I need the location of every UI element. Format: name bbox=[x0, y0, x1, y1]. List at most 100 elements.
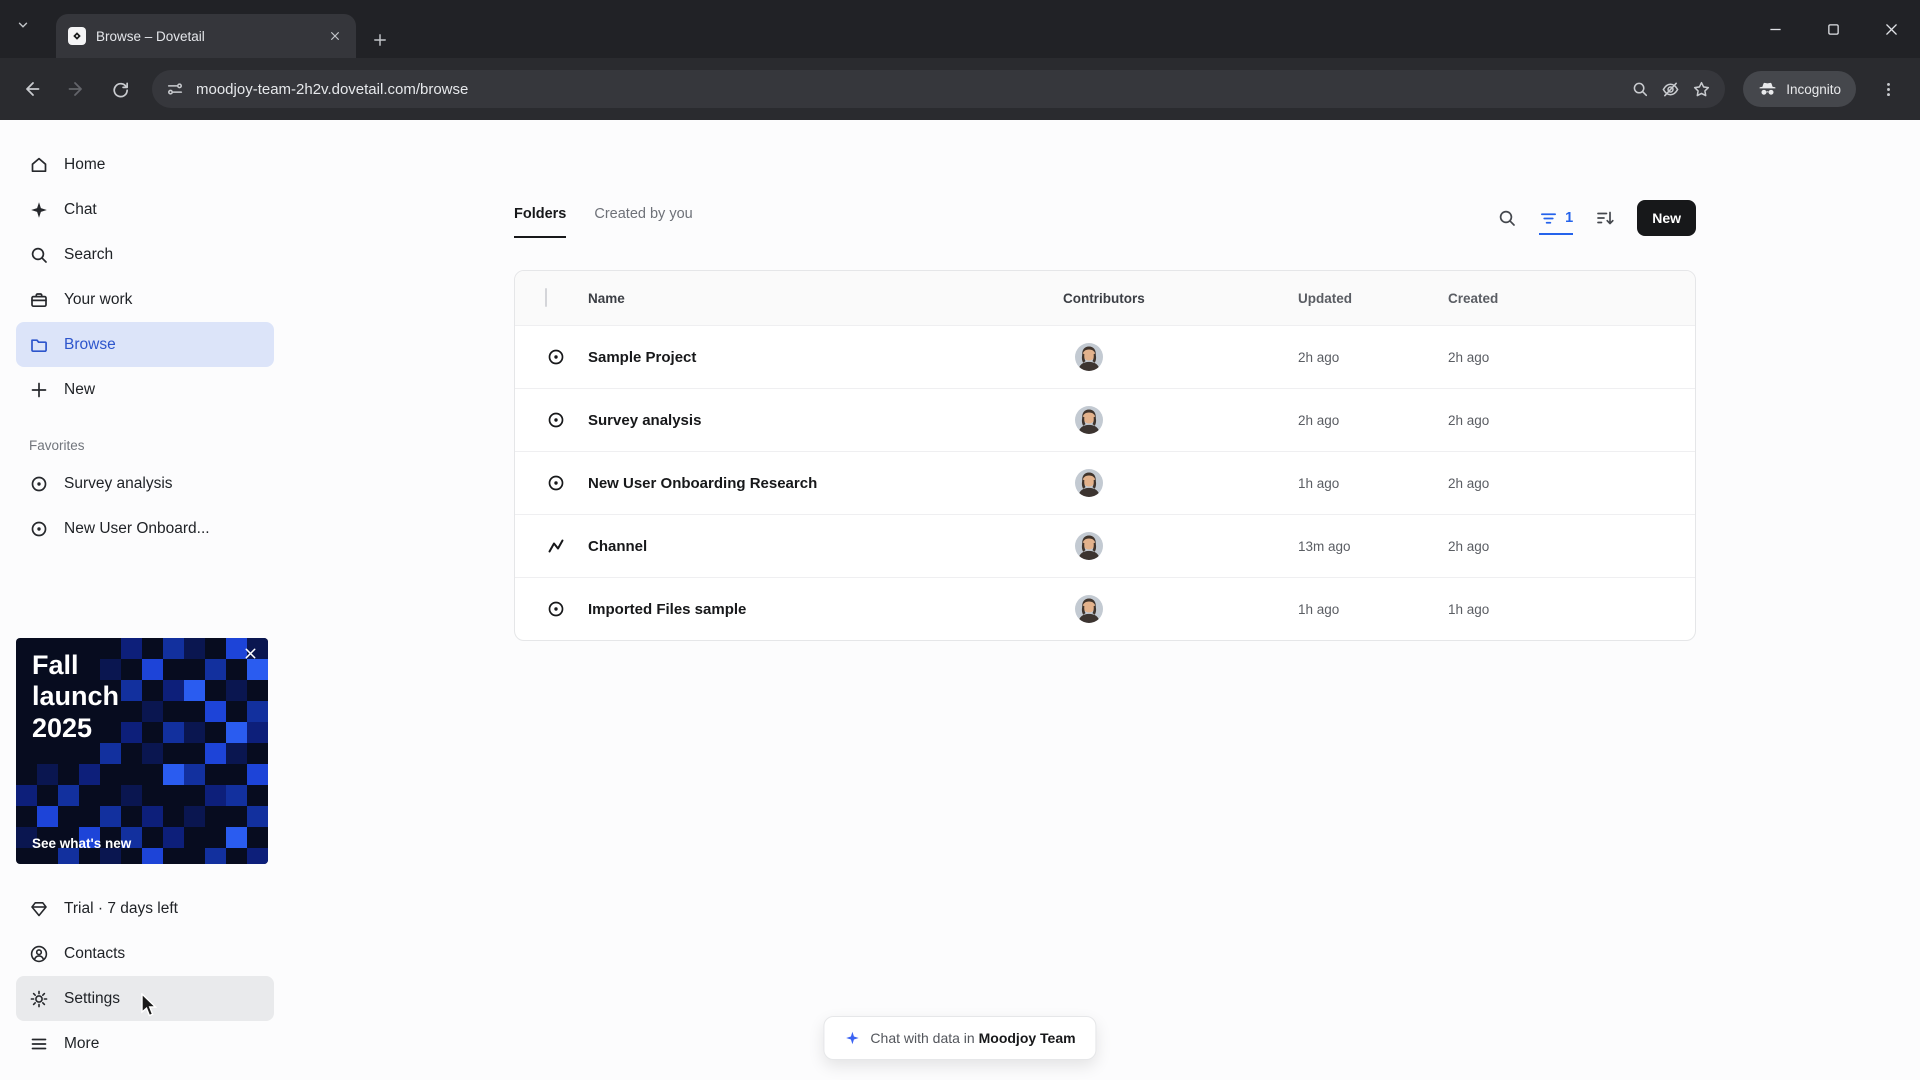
row-created: 1h ago bbox=[1448, 601, 1490, 617]
person-circle-icon bbox=[29, 944, 49, 964]
project-target-icon bbox=[515, 410, 579, 430]
favorite-item-new-user-onboarding[interactable]: New User Onboard... bbox=[16, 506, 274, 551]
window-maximize-button[interactable] bbox=[1804, 0, 1862, 58]
gear-icon bbox=[29, 989, 49, 1009]
row-updated: 1h ago bbox=[1298, 601, 1340, 617]
promo-card-fall-launch[interactable]: Fall launch 2025 See what's new bbox=[16, 638, 268, 864]
column-header-created[interactable]: Created bbox=[1443, 291, 1695, 306]
sidebar-item-trial[interactable]: Trial · 7 days left bbox=[16, 886, 274, 931]
filter-icon bbox=[1539, 209, 1558, 228]
address-bar[interactable]: moodjoy-team-2h2v.dovetail.com/browse bbox=[152, 70, 1726, 108]
chat-with-data-pill[interactable]: Chat with data in Moodjoy Team bbox=[823, 1016, 1097, 1060]
back-button[interactable] bbox=[12, 69, 52, 109]
browser-tab[interactable]: Browse – Dovetail bbox=[56, 14, 356, 58]
sidebar-item-contacts[interactable]: Contacts bbox=[16, 931, 274, 976]
window-minimize-button[interactable] bbox=[1746, 0, 1804, 58]
app-window: Home Chat Search Your work Browse New Fa… bbox=[0, 120, 1920, 1080]
dovetail-favicon-icon bbox=[68, 27, 86, 45]
row-created: 2h ago bbox=[1448, 412, 1490, 428]
incognito-badge[interactable]: Incognito bbox=[1743, 71, 1856, 107]
zoom-icon[interactable] bbox=[1631, 80, 1649, 98]
column-header-name[interactable]: Name bbox=[579, 291, 1055, 306]
browser-menu-icon[interactable] bbox=[1868, 69, 1908, 109]
sidebar-item-label: Chat bbox=[64, 200, 97, 218]
favorite-item-label: New User Onboard... bbox=[64, 519, 210, 537]
project-target-icon bbox=[515, 599, 579, 619]
sort-icon[interactable] bbox=[1595, 208, 1615, 228]
sidebar-item-chat[interactable]: Chat bbox=[16, 187, 274, 232]
contributor-avatar bbox=[1075, 595, 1103, 623]
sidebar-item-label: Your work bbox=[64, 290, 133, 308]
table-row-sample-project[interactable]: Sample Project 2h ago 2h ago bbox=[515, 325, 1695, 388]
content-controls: 1 New bbox=[1497, 200, 1696, 236]
row-created: 2h ago bbox=[1448, 475, 1490, 491]
table-row-new-user-onboarding-research[interactable]: New User Onboarding Research 1h ago 2h a… bbox=[515, 451, 1695, 514]
sidebar-item-label: More bbox=[64, 1034, 100, 1052]
incognito-icon bbox=[1758, 80, 1777, 99]
row-name: New User Onboarding Research bbox=[588, 474, 818, 492]
tab-title: Browse – Dovetail bbox=[96, 28, 205, 44]
column-header-contributors[interactable]: Contributors bbox=[1055, 291, 1293, 306]
sidebar: Home Chat Search Your work Browse New Fa… bbox=[0, 120, 290, 1080]
contributor-avatar bbox=[1075, 469, 1103, 497]
briefcase-icon bbox=[29, 290, 49, 310]
row-updated: 2h ago bbox=[1298, 412, 1340, 428]
sidebar-item-label: New bbox=[64, 380, 96, 398]
target-icon bbox=[29, 474, 49, 494]
sidebar-item-label: Home bbox=[64, 155, 106, 173]
row-updated: 13m ago bbox=[1298, 538, 1351, 554]
table-row-imported-files-sample[interactable]: Imported Files sample 1h ago 1h ago bbox=[515, 577, 1695, 640]
chat-pill-text: Chat with data in Moodjoy Team bbox=[870, 1030, 1076, 1046]
home-icon bbox=[29, 155, 49, 175]
sidebar-item-home[interactable]: Home bbox=[16, 142, 274, 187]
window-close-button[interactable] bbox=[1862, 0, 1920, 58]
search-icon[interactable] bbox=[1497, 208, 1517, 228]
target-icon bbox=[29, 519, 49, 539]
browser-titlebar: Browse – Dovetail bbox=[0, 0, 1920, 58]
forward-button[interactable] bbox=[56, 69, 96, 109]
sidebar-item-settings[interactable]: Settings bbox=[16, 976, 274, 1021]
sidebar-item-label: Contacts bbox=[64, 944, 126, 962]
sidebar-item-search[interactable]: Search bbox=[16, 232, 274, 277]
favorite-item-survey-analysis[interactable]: Survey analysis bbox=[16, 461, 274, 506]
folder-icon bbox=[29, 335, 49, 355]
row-updated: 2h ago bbox=[1298, 349, 1340, 365]
plus-icon bbox=[29, 380, 49, 400]
tab-folders[interactable]: Folders bbox=[514, 206, 567, 238]
reload-button[interactable] bbox=[100, 69, 140, 109]
sparkle-icon bbox=[844, 1030, 860, 1046]
row-created: 2h ago bbox=[1448, 349, 1490, 365]
tab-close-icon[interactable] bbox=[324, 25, 346, 47]
select-all-checkbox[interactable] bbox=[545, 288, 547, 307]
row-updated: 1h ago bbox=[1298, 475, 1340, 491]
main-content: Folders Created by you 1 New Name Contri… bbox=[290, 120, 1920, 1080]
table-header-row: Name Contributors Updated Created bbox=[515, 271, 1695, 325]
tab-search-chevron-icon[interactable] bbox=[16, 18, 30, 32]
promo-close-icon[interactable] bbox=[244, 647, 257, 660]
filter-button[interactable]: 1 bbox=[1539, 209, 1574, 235]
site-info-icon[interactable] bbox=[166, 80, 184, 98]
sidebar-item-your-work[interactable]: Your work bbox=[16, 277, 274, 322]
window-controls bbox=[1746, 0, 1920, 58]
new-tab-button[interactable] bbox=[372, 32, 388, 48]
tab-created-by-you[interactable]: Created by you bbox=[594, 206, 692, 238]
eye-off-icon[interactable] bbox=[1661, 80, 1680, 99]
new-button[interactable]: New bbox=[1637, 200, 1696, 236]
favorites-header: Favorites bbox=[29, 438, 85, 453]
row-name: Imported Files sample bbox=[588, 600, 747, 618]
project-target-icon bbox=[515, 473, 579, 493]
browser-toolbar: moodjoy-team-2h2v.dovetail.com/browse In… bbox=[0, 58, 1920, 120]
promo-cta-link[interactable]: See what's new bbox=[32, 836, 131, 851]
url-text: moodjoy-team-2h2v.dovetail.com/browse bbox=[196, 80, 469, 98]
column-header-updated[interactable]: Updated bbox=[1293, 291, 1443, 306]
table-row-channel[interactable]: Channel 13m ago 2h ago bbox=[515, 514, 1695, 577]
table-row-survey-analysis[interactable]: Survey analysis 2h ago 2h ago bbox=[515, 388, 1695, 451]
sidebar-item-more[interactable]: More bbox=[16, 1021, 274, 1066]
sidebar-item-new[interactable]: New bbox=[16, 367, 274, 412]
promo-title: Fall launch 2025 bbox=[32, 650, 120, 743]
content-tabs: Folders Created by you 1 New bbox=[514, 200, 1696, 238]
sidebar-item-browse[interactable]: Browse bbox=[16, 322, 274, 367]
sparkle-icon bbox=[29, 200, 49, 220]
bookmark-star-icon[interactable] bbox=[1692, 80, 1711, 99]
project-target-icon bbox=[515, 347, 579, 367]
